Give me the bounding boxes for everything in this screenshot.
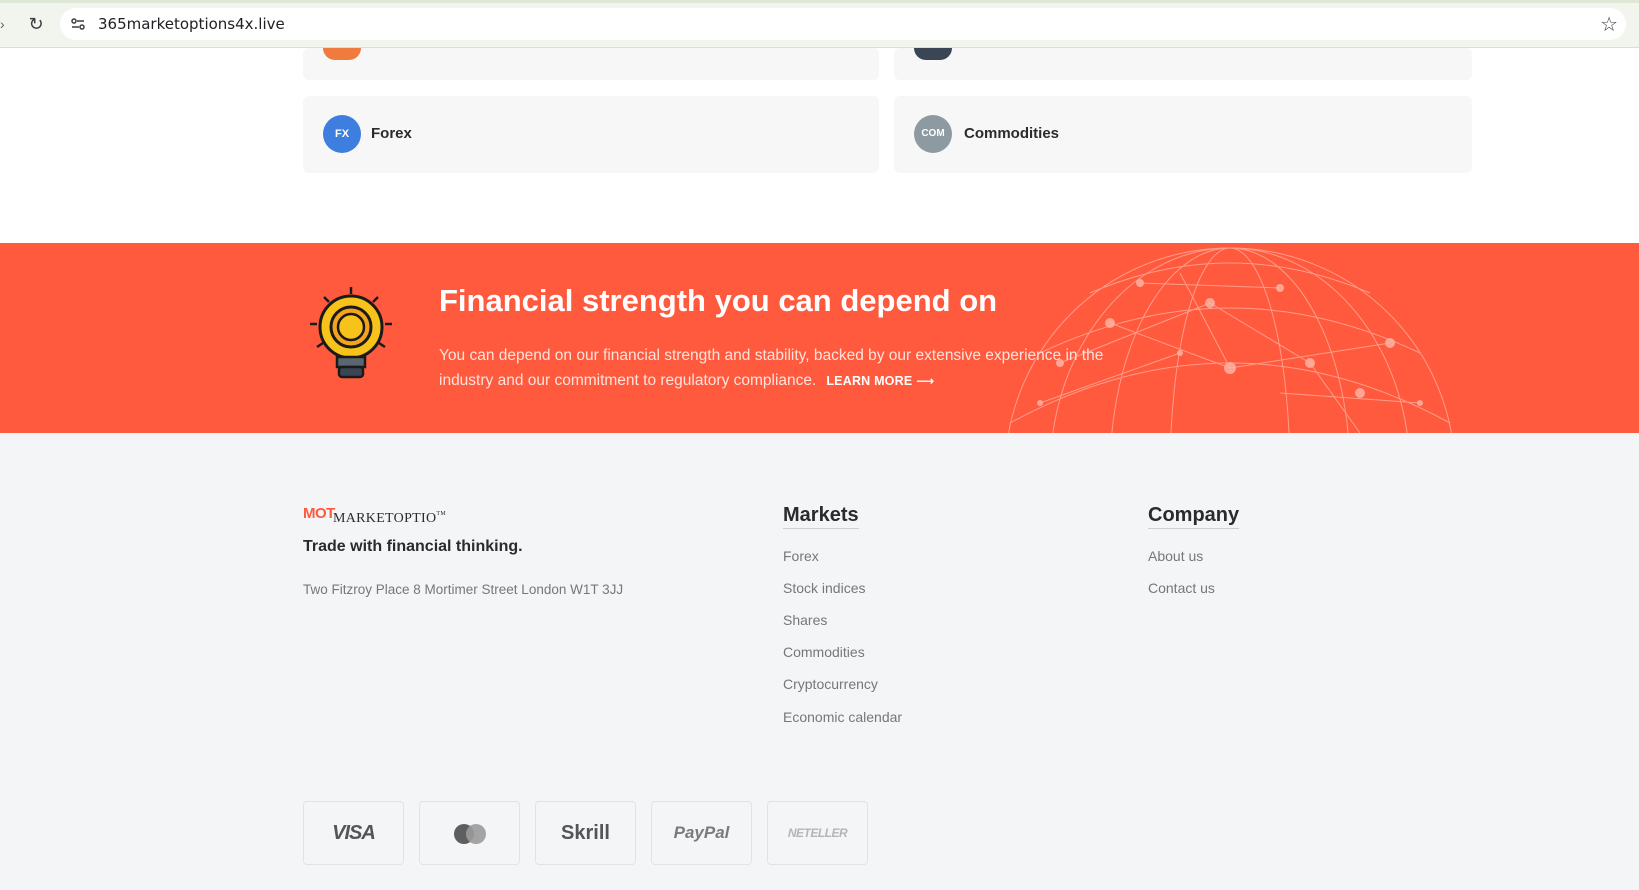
url-text[interactable]: 365marketoptions4x.live	[98, 15, 285, 33]
mastercard-payment-logo	[419, 801, 520, 865]
arrow-right-icon: ⟶	[916, 374, 935, 388]
banner-title: Financial strength you can depend on	[439, 283, 998, 318]
footer-link-cryptocurrency[interactable]: Cryptocurrency	[783, 676, 878, 692]
footer-link-contact-us[interactable]: Contact us	[1148, 580, 1215, 596]
market-card-commodities[interactable]: COM Commodities	[894, 96, 1472, 173]
market-card-partial-left[interactable]	[303, 48, 879, 80]
mastercard-icon	[453, 824, 486, 844]
visa-payment-logo: VISA	[303, 801, 404, 865]
reload-icon[interactable]: ↻	[24, 12, 48, 36]
banner-body-text: You can depend on our financial strength…	[439, 347, 1104, 389]
forward-icon[interactable]: ›	[0, 14, 8, 34]
neteller-payment-logo: NETELLER	[767, 801, 868, 865]
address-bar[interactable]: 365marketoptions4x.live ☆	[60, 8, 1626, 40]
tab-strip	[0, 0, 1639, 3]
market-card-partial-right[interactable]	[894, 48, 1472, 80]
footer-address: Two Fitzroy Place 8 Mortimer Street Lond…	[303, 582, 624, 597]
globe-network-icon	[1008, 247, 1452, 433]
lightbulb-icon	[310, 287, 392, 379]
bookmark-star-icon[interactable]: ☆	[1600, 12, 1618, 37]
market-card-forex[interactable]: FX Forex	[303, 96, 879, 173]
financial-strength-banner: Financial strength you can depend on You…	[0, 243, 1639, 433]
footer-link-shares[interactable]: Shares	[783, 612, 827, 628]
footer-link-economic-calendar[interactable]: Economic calendar	[783, 709, 902, 725]
company-column-title: Company	[1148, 504, 1240, 529]
learn-more-link[interactable]: LEARN MORE ⟶	[826, 374, 934, 388]
logo-word: MARKETOPTIO	[333, 511, 437, 526]
market-card-label: Commodities	[964, 125, 1060, 142]
market-card-label: Forex	[371, 125, 412, 142]
logo-wordmark: MARKETOPTIOTM	[333, 511, 446, 527]
footer-link-forex[interactable]: Forex	[783, 548, 819, 564]
logo-trademark: TM	[436, 511, 446, 517]
forex-badge: FX	[323, 115, 361, 153]
footer-link-about-us[interactable]: About us	[1148, 548, 1203, 564]
footer-link-commodities[interactable]: Commodities	[783, 644, 865, 660]
commodities-badge: COM	[914, 115, 952, 153]
markets-column-title: Markets	[783, 504, 859, 529]
browser-toolbar: › ↻ 365marketoptions4x.live ☆	[0, 0, 1639, 48]
learn-more-label: LEARN MORE	[826, 374, 913, 388]
logo-mark: MOT	[303, 505, 335, 522]
market-badge-partial	[323, 48, 361, 60]
site-settings-icon[interactable]	[70, 16, 86, 32]
site-footer: MOT MARKETOPTIOTM Trade with financial t…	[0, 433, 1639, 890]
market-badge-partial	[914, 48, 952, 60]
footer-link-stock-indices[interactable]: Stock indices	[783, 580, 865, 596]
footer-tagline: Trade with financial thinking.	[303, 538, 523, 555]
banner-body: You can depend on our financial strength…	[439, 343, 1119, 394]
skrill-payment-logo: Skrill	[535, 801, 636, 865]
paypal-payment-logo: PayPal	[651, 801, 752, 865]
